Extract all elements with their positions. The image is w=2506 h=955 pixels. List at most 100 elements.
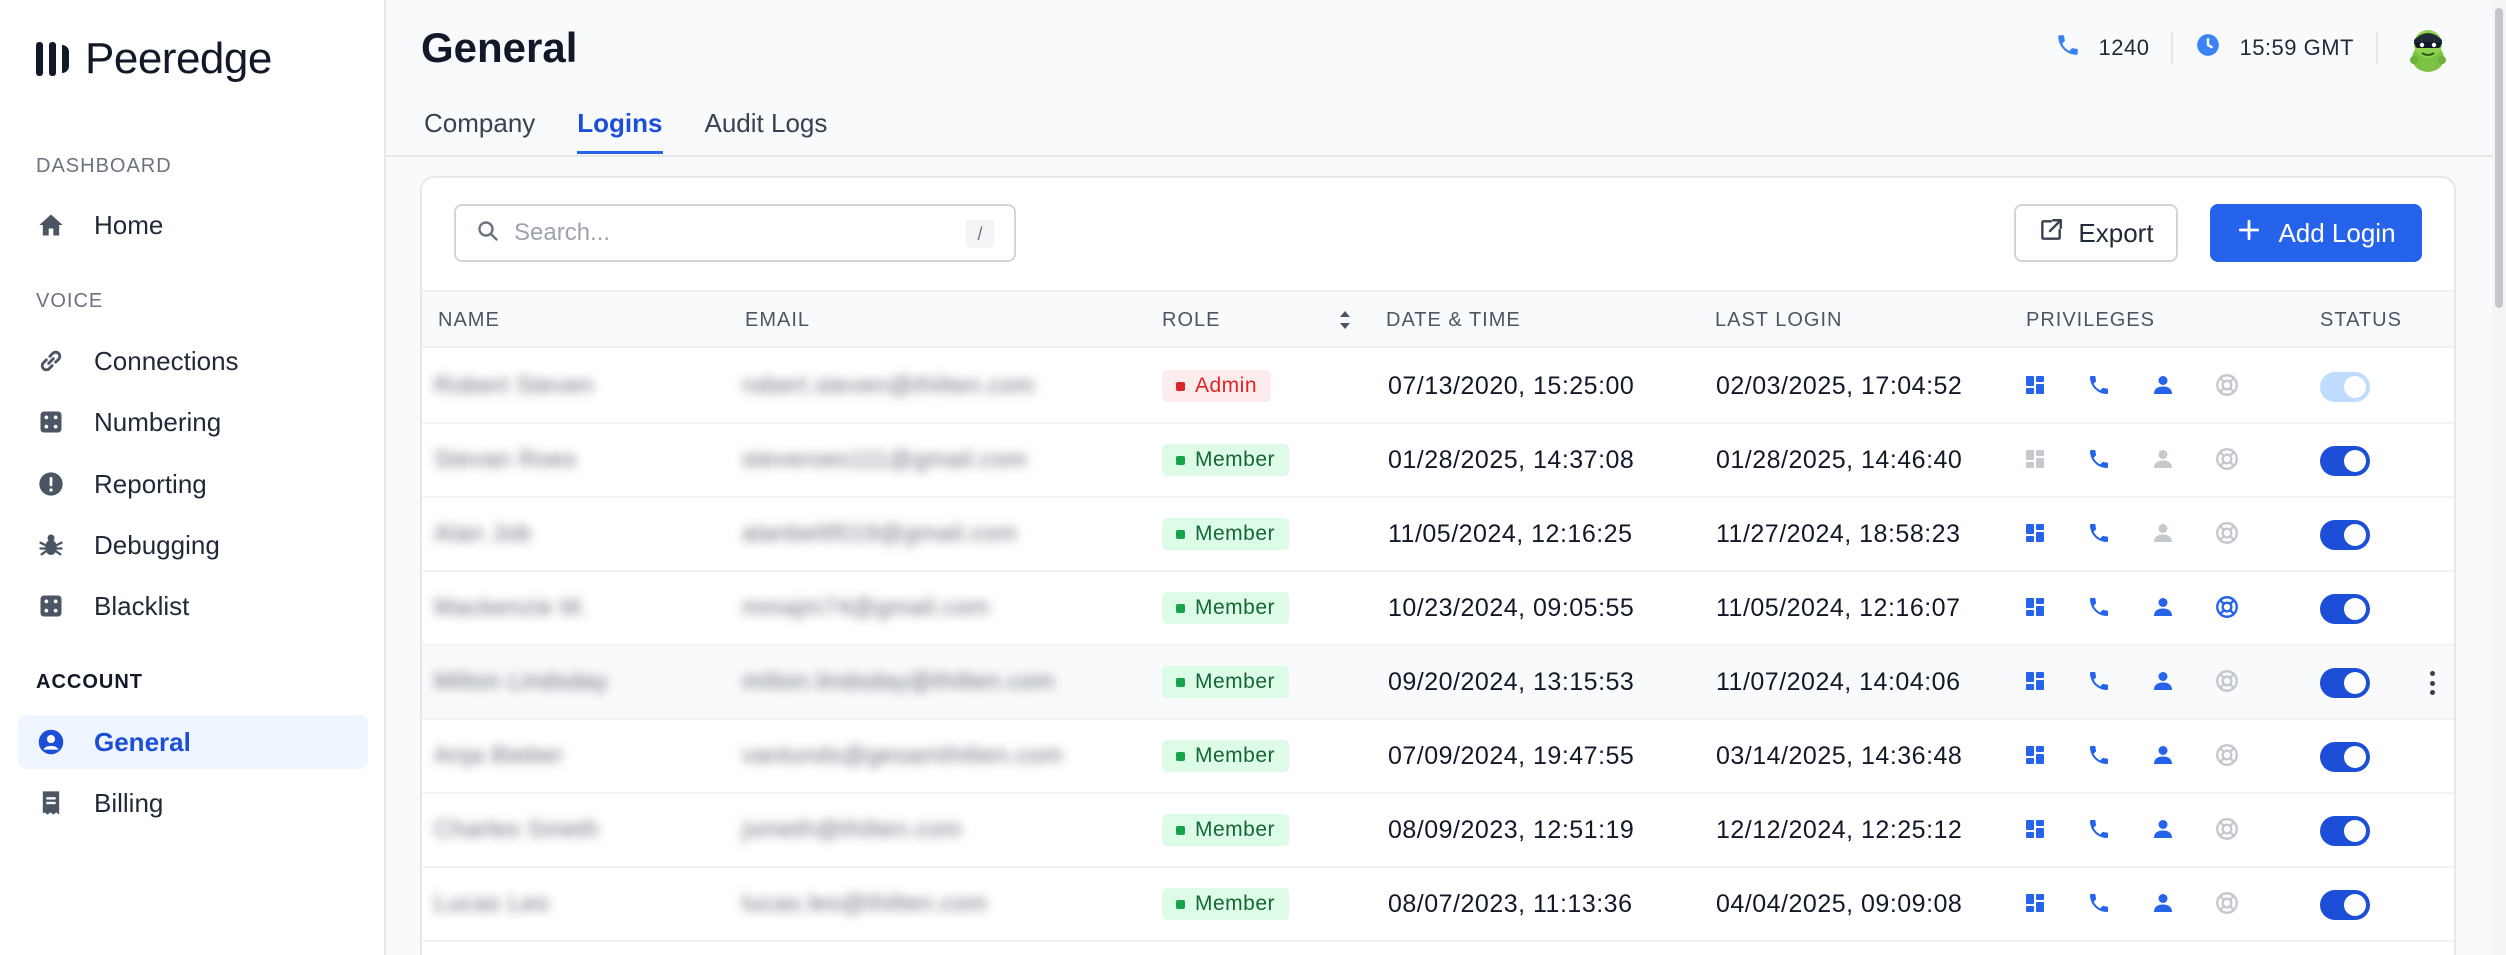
column-header-status[interactable]: STATUS xyxy=(2320,309,2402,332)
phone-privilege-icon[interactable] xyxy=(2084,740,2114,770)
phone-privilege-icon[interactable] xyxy=(2084,666,2114,696)
sidebar-item-reporting[interactable]: Reporting xyxy=(18,457,368,511)
dashboard-privilege-icon[interactable] xyxy=(2020,518,2050,548)
receipt-icon xyxy=(36,788,66,818)
role-badge: Member xyxy=(1162,888,1290,920)
sort-icon[interactable] xyxy=(1336,308,1354,337)
table-row[interactable]: Milton Lindsday milton.lindsday@thilten.… xyxy=(422,646,2454,720)
column-header-date-time[interactable]: DATE & TIME xyxy=(1386,309,1521,332)
user-privilege-icon[interactable] xyxy=(2148,666,2178,696)
column-header-name[interactable]: NAME xyxy=(438,309,500,332)
status-toggle[interactable] xyxy=(2320,742,2370,772)
tab-audit-logs[interactable]: Audit Logs xyxy=(705,108,828,154)
date-time: 10/23/2024, 09:05:55 xyxy=(1388,593,1635,622)
status-toggle[interactable] xyxy=(2320,446,2370,476)
column-header-email[interactable]: EMAIL xyxy=(745,309,810,332)
sidebar-item-home[interactable]: Home xyxy=(18,198,368,252)
role-dot-icon xyxy=(1176,603,1185,613)
row-actions-menu-icon[interactable] xyxy=(2422,666,2442,700)
bug-icon xyxy=(36,530,66,560)
phone-privilege-icon[interactable] xyxy=(2084,444,2114,474)
table-row[interactable]: Charles Smeth jsmeth@thilten.com Member … xyxy=(422,794,2454,868)
phone-privilege-icon[interactable] xyxy=(2084,814,2114,844)
brand-logo[interactable]: Peeredge xyxy=(36,34,272,84)
sidebar-item-label: Reporting xyxy=(94,468,207,499)
dashboard-privilege-icon[interactable] xyxy=(2020,888,2050,918)
last-login: 02/03/2025, 17:04:52 xyxy=(1716,371,1963,400)
dice-icon xyxy=(36,591,66,621)
column-header-last-login[interactable]: LAST LOGIN xyxy=(1715,309,1842,332)
sidebar: Peeredge DASHBOARD Home VOICE Connection… xyxy=(0,0,386,955)
scrollbar-thumb[interactable] xyxy=(2495,8,2503,308)
role-label: Admin xyxy=(1195,374,1258,397)
phone-privilege-icon[interactable] xyxy=(2084,518,2114,548)
phone-privilege-icon[interactable] xyxy=(2084,370,2114,400)
table-row[interactable]: Alan Job alanbeltf019@gmail.com Member 1… xyxy=(422,498,2454,572)
status-toggle[interactable] xyxy=(2320,816,2370,846)
page-scrollbar[interactable] xyxy=(2492,0,2506,955)
support-privilege-icon[interactable] xyxy=(2212,592,2242,622)
sidebar-item-connections[interactable]: Connections xyxy=(18,334,368,388)
status-toggle[interactable] xyxy=(2320,372,2370,402)
support-privilege-icon[interactable] xyxy=(2212,814,2242,844)
phone-icon xyxy=(2055,32,2081,64)
table-row[interactable]: Mackenzie M. mmajm74@gmail.com Member 10… xyxy=(422,572,2454,646)
support-privilege-icon[interactable] xyxy=(2212,518,2242,548)
dashboard-privilege-icon[interactable] xyxy=(2020,370,2050,400)
dashboard-privilege-icon[interactable] xyxy=(2020,592,2050,622)
status-toggle[interactable] xyxy=(2320,890,2370,920)
last-login: 04/04/2025, 09:09:08 xyxy=(1716,889,1963,918)
avatar[interactable] xyxy=(2400,20,2456,76)
dashboard-privilege-icon[interactable] xyxy=(2020,814,2050,844)
user-privilege-icon[interactable] xyxy=(2148,370,2178,400)
support-privilege-icon[interactable] xyxy=(2212,888,2242,918)
support-privilege-icon[interactable] xyxy=(2212,370,2242,400)
support-privilege-icon[interactable] xyxy=(2212,740,2242,770)
table-row[interactable]: Stevan Roes steveroes111@gmail.com Membe… xyxy=(422,424,2454,498)
date-time: 08/07/2023, 11:13:36 xyxy=(1388,889,1633,918)
status-toggle[interactable] xyxy=(2320,594,2370,624)
tab-company[interactable]: Company xyxy=(424,108,535,154)
search-box[interactable]: / xyxy=(454,204,1016,262)
sidebar-item-label: Numbering xyxy=(94,406,222,437)
user-privilege-icon[interactable] xyxy=(2148,444,2178,474)
toggle-knob xyxy=(2344,672,2366,694)
add-login-button[interactable]: Add Login xyxy=(2210,204,2422,262)
support-privilege-icon[interactable] xyxy=(2212,444,2242,474)
status-toggle[interactable] xyxy=(2320,668,2370,698)
phone-privilege-icon[interactable] xyxy=(2084,592,2114,622)
sidebar-item-label: Debugging xyxy=(94,529,220,560)
export-button[interactable]: Export xyxy=(2014,204,2178,262)
sidebar-item-numbering[interactable]: Numbering xyxy=(18,395,368,449)
table-row[interactable]: Lucas Leo lucas.leo@thilten.com Member 0… xyxy=(422,868,2454,942)
column-header-role[interactable]: ROLE xyxy=(1162,309,1220,332)
sidebar-item-general[interactable]: General xyxy=(18,715,368,769)
dashboard-privilege-icon[interactable] xyxy=(2020,666,2050,696)
role-dot-icon xyxy=(1176,529,1185,539)
table-row[interactable]: Robert Steven robert.steven@thilten.com … xyxy=(422,350,2454,424)
user-privilege-icon[interactable] xyxy=(2148,740,2178,770)
sidebar-item-blacklist[interactable]: Blacklist xyxy=(18,579,368,633)
dashboard-privilege-icon[interactable] xyxy=(2020,740,2050,770)
user-privilege-icon[interactable] xyxy=(2148,814,2178,844)
last-login: 11/07/2024, 14:04:06 xyxy=(1716,667,1961,696)
last-login: 01/28/2025, 14:46:40 xyxy=(1716,445,1963,474)
dashboard-privilege-icon[interactable] xyxy=(2020,444,2050,474)
status-toggle[interactable] xyxy=(2320,520,2370,550)
table-row[interactable]: Anja Bieber vanlunds@gesamthilten.com Me… xyxy=(422,720,2454,794)
user-privilege-icon[interactable] xyxy=(2148,888,2178,918)
role-label: Member xyxy=(1195,818,1276,841)
phone-privilege-icon[interactable] xyxy=(2084,888,2114,918)
search-input[interactable] xyxy=(514,219,944,247)
role-badge: Member xyxy=(1162,444,1290,476)
user-privilege-icon[interactable] xyxy=(2148,592,2178,622)
user-email: robert.steven@thilten.com xyxy=(742,372,1035,399)
extension-indicator[interactable]: 1240 xyxy=(2033,32,2172,64)
support-privilege-icon[interactable] xyxy=(2212,666,2242,696)
sidebar-item-billing[interactable]: Billing xyxy=(18,776,368,830)
dice-icon xyxy=(36,407,66,437)
role-dot-icon xyxy=(1176,455,1185,465)
tab-logins[interactable]: Logins xyxy=(577,108,663,154)
sidebar-item-debugging[interactable]: Debugging xyxy=(18,518,368,572)
user-privilege-icon[interactable] xyxy=(2148,518,2178,548)
